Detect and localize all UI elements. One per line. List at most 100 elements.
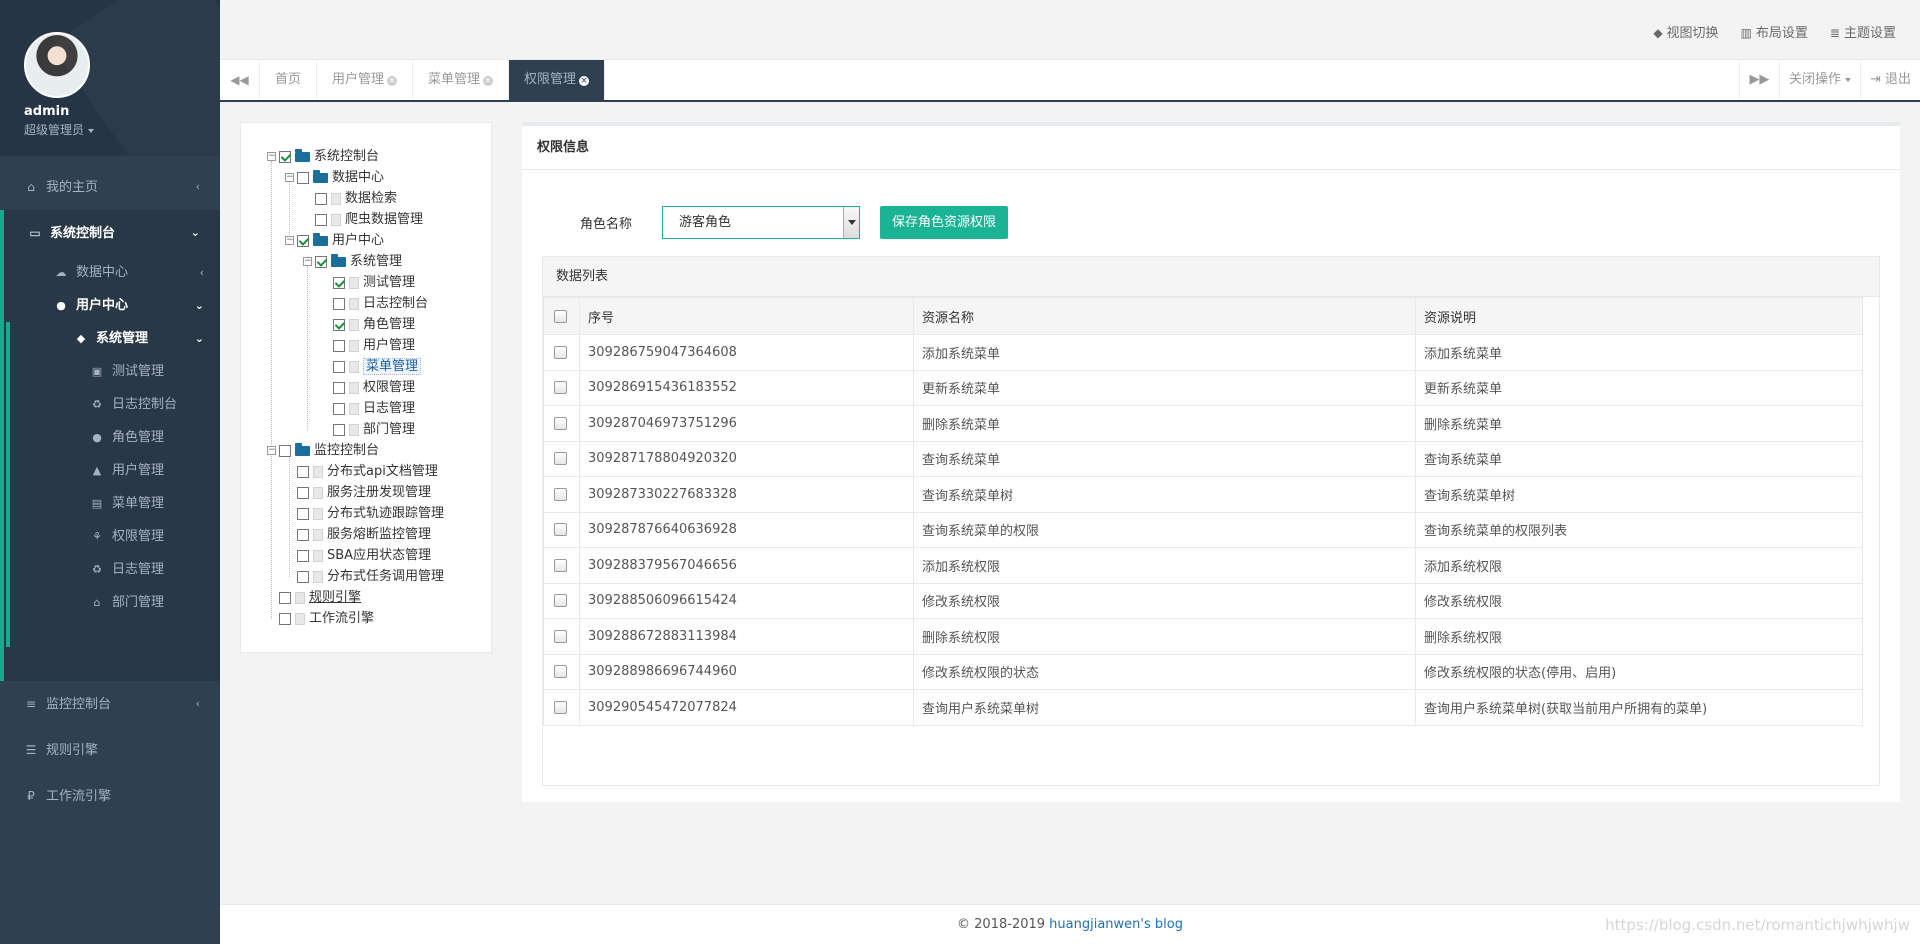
tab-scroll-left-button[interactable]: ◀◀	[220, 60, 260, 100]
nav-item-user-center[interactable]: ● 用户中心 ⌄	[4, 289, 220, 322]
table-row[interactable]: 309290545472077824 查询用户系统菜单树 查询用户系统菜单树(获取当…	[543, 689, 1863, 726]
tree-checkbox[interactable]	[333, 381, 345, 394]
table-row[interactable]: 309288672883113984 删除系统权限 删除系统权限	[543, 618, 1863, 655]
close-icon[interactable]: ×	[387, 76, 398, 86]
tree-checkbox[interactable]	[333, 423, 345, 436]
tab-home[interactable]: 首页	[260, 60, 318, 100]
tree-collapse-icon[interactable]: −	[267, 152, 276, 161]
close-ops-dropdown[interactable]: 关闭操作	[1778, 60, 1860, 100]
tree-checkbox[interactable]	[333, 318, 345, 331]
table-row[interactable]: 309287330227683328 查询系统菜单树 查询系统菜单树	[543, 476, 1863, 513]
row-checkbox[interactable]	[554, 558, 567, 572]
tree-checkbox[interactable]	[297, 171, 309, 184]
tree-checkbox[interactable]	[315, 213, 327, 226]
tree-collapse-icon[interactable]: −	[285, 173, 294, 182]
tree-node[interactable]: 菜单管理	[321, 357, 422, 377]
row-checkbox[interactable]	[554, 381, 567, 395]
role-dropdown[interactable]: 超级管理员	[24, 121, 220, 138]
tree-checkbox[interactable]	[297, 465, 309, 478]
tree-node[interactable]: SBA应用状态管理	[285, 546, 431, 566]
tree-node[interactable]: − 数据中心	[285, 168, 384, 188]
tree-node[interactable]: 规则引擎	[267, 588, 361, 608]
table-row[interactable]: 309287876640636928 查询系统菜单的权限 查询系统菜单的权限列表	[543, 511, 1863, 548]
logout-button[interactable]: ⇥ 退出	[1859, 60, 1920, 100]
tree-checkbox[interactable]	[297, 507, 309, 520]
tree-node[interactable]: 日志控制台	[321, 294, 428, 314]
view-switch-link[interactable]: ◆ 视图切换	[1653, 22, 1718, 41]
tree-node[interactable]: 数据检索	[303, 189, 397, 209]
theme-settings-link[interactable]: ≣ 主题设置	[1830, 22, 1896, 41]
tab-permission-mgmt[interactable]: 权限管理 ×	[509, 60, 606, 100]
row-checkbox[interactable]	[554, 487, 567, 501]
nav-item-dept-mgmt[interactable]: ⌂ 部门管理	[10, 586, 220, 619]
select-all-checkbox[interactable]	[554, 309, 567, 323]
row-checkbox[interactable]	[554, 594, 567, 608]
row-checkbox[interactable]	[554, 700, 567, 714]
column-header-id[interactable]: 序号	[579, 297, 914, 335]
nav-system-header[interactable]: ▭ 系统控制台 ⌄	[4, 210, 220, 256]
tree-checkbox[interactable]	[297, 528, 309, 541]
tree-checkbox[interactable]	[333, 360, 345, 373]
tab-menu-mgmt[interactable]: 菜单管理 ×	[413, 60, 510, 100]
tree-node[interactable]: 爬虫数据管理	[303, 210, 423, 230]
tree-collapse-icon[interactable]: −	[285, 236, 294, 245]
role-select[interactable]: 游客角色	[662, 206, 861, 239]
table-row[interactable]: 309287046973751296 删除系统菜单 删除系统菜单	[543, 405, 1863, 442]
nav-item-log-mgmt[interactable]: ♻ 日志管理	[10, 553, 220, 586]
tree-node[interactable]: 分布式轨迹跟踪管理	[285, 504, 444, 524]
nav-item-menu-mgmt[interactable]: ▤ 菜单管理	[10, 487, 220, 520]
tree-node[interactable]: 工作流引擎	[267, 609, 374, 629]
column-header-resource-desc[interactable]: 资源说明	[1415, 297, 1863, 335]
nav-item-home[interactable]: ⌂ 我的主页 ‹	[0, 164, 220, 210]
row-checkbox[interactable]	[554, 629, 567, 643]
tree-node[interactable]: − 系统管理	[303, 252, 402, 272]
tree-checkbox[interactable]	[297, 570, 309, 583]
nav-item-data-center[interactable]: ☁ 数据中心 ‹	[4, 256, 220, 289]
row-checkbox[interactable]	[554, 416, 567, 430]
tree-checkbox[interactable]	[297, 486, 309, 499]
tree-checkbox[interactable]	[279, 150, 291, 163]
nav-item-permission-mgmt[interactable]: ⚘ 权限管理	[10, 520, 220, 553]
tree-checkbox[interactable]	[333, 276, 345, 289]
tree-checkbox[interactable]	[279, 612, 291, 625]
tree-checkbox[interactable]	[297, 234, 309, 247]
nav-item-workflow[interactable]: ₽ 工作流引擎	[0, 773, 220, 819]
tree-node[interactable]: 分布式任务调用管理	[285, 567, 444, 587]
tree-node[interactable]: − 用户中心	[285, 231, 384, 251]
nav-item-user-mgmt[interactable]: ▲ 用户管理	[10, 454, 220, 487]
tree-node[interactable]: 部门管理	[321, 420, 415, 440]
dropdown-arrow-icon[interactable]	[843, 207, 860, 238]
close-icon[interactable]: ×	[483, 76, 494, 86]
row-checkbox[interactable]	[554, 452, 567, 466]
tree-collapse-icon[interactable]: −	[267, 446, 276, 455]
nav-item-log-console[interactable]: ♻ 日志控制台	[10, 388, 220, 421]
tree-node[interactable]: 分布式api文档管理	[285, 462, 438, 482]
close-icon[interactable]: ×	[579, 76, 590, 86]
tree-node[interactable]: − 监控控制台	[267, 441, 379, 461]
tree-node[interactable]: 服务注册发现管理	[285, 483, 431, 503]
table-row[interactable]: 309286759047364608 添加系统菜单 添加系统菜单	[543, 334, 1863, 371]
nav-item-monitor[interactable]: ≡ 监控控制台 ‹	[0, 681, 220, 727]
row-checkbox[interactable]	[554, 665, 567, 679]
tree-checkbox[interactable]	[315, 192, 327, 205]
row-checkbox[interactable]	[554, 523, 567, 537]
table-row[interactable]: 309288379567046656 添加系统权限 添加系统权限	[543, 547, 1863, 584]
avatar[interactable]	[24, 32, 90, 98]
tab-scroll-right-button[interactable]: ▶▶	[1738, 60, 1779, 100]
tree-node[interactable]: 日志管理	[321, 399, 415, 419]
tree-checkbox[interactable]	[315, 255, 327, 268]
tree-checkbox[interactable]	[297, 549, 309, 562]
nav-item-test-mgmt[interactable]: ▣ 测试管理	[10, 355, 220, 388]
tab-user-mgmt[interactable]: 用户管理 ×	[317, 60, 414, 100]
save-role-permission-button[interactable]: 保存角色资源权限	[880, 206, 1009, 239]
nav-item-role-mgmt[interactable]: ● 角色管理	[10, 421, 220, 454]
table-row[interactable]: 309288986696744960 修改系统权限的状态 修改系统权限的状态(停用、…	[543, 653, 1863, 690]
table-row[interactable]: 309288506096615424 修改系统权限 修改系统权限	[543, 582, 1863, 619]
tree-collapse-icon[interactable]: −	[303, 257, 312, 266]
tree-checkbox[interactable]	[279, 444, 291, 457]
table-row[interactable]: 309287178804920320 查询系统菜单 查询系统菜单	[543, 440, 1863, 477]
row-checkbox[interactable]	[554, 345, 567, 359]
tree-node[interactable]: 角色管理	[321, 315, 415, 335]
tree-node[interactable]: − 系统控制台	[267, 147, 379, 167]
tree-checkbox[interactable]	[333, 402, 345, 415]
